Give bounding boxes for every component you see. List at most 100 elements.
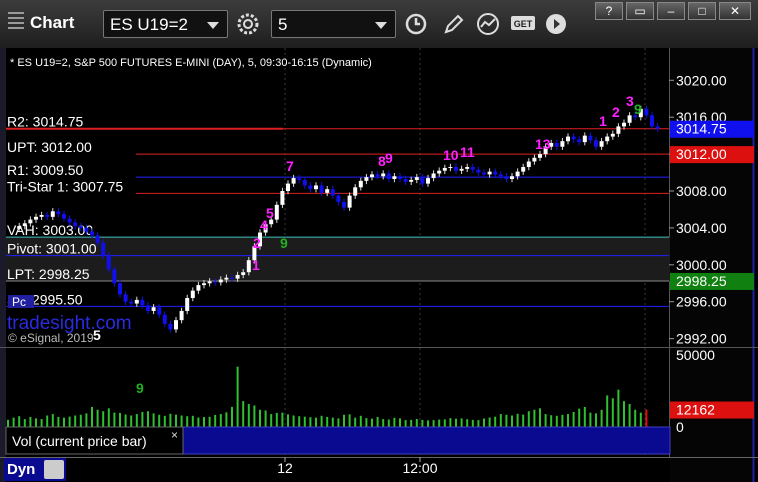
- volume-bar: [645, 409, 648, 427]
- candle: [375, 174, 380, 177]
- volume-bar: [35, 418, 37, 427]
- td-count-label: 1: [599, 113, 607, 129]
- candle: [364, 177, 369, 181]
- interval-value: 5: [278, 15, 288, 34]
- candle: [470, 167, 475, 170]
- volume-bar: [600, 409, 603, 427]
- candle: [414, 177, 419, 180]
- candle: [616, 126, 621, 134]
- volume-bar: [544, 414, 547, 427]
- candle: [571, 136, 576, 140]
- candle: [622, 122, 626, 127]
- candle: [140, 299, 145, 306]
- restore-icon[interactable]: ▭: [626, 2, 654, 20]
- price-chart[interactable]: R2: 3014.75 UPT: 3012.00 R1: 3009.50Tri-St…: [0, 48, 758, 482]
- candle: [106, 255, 111, 270]
- candle: [319, 185, 324, 193]
- td-count-label: 9: [634, 101, 642, 117]
- candle: [336, 195, 341, 203]
- volume-bar: [555, 415, 558, 427]
- td-count-label: 9: [136, 380, 144, 396]
- get-data-icon[interactable]: GET: [508, 10, 540, 38]
- studies-icon[interactable]: [474, 10, 502, 38]
- candle: [381, 173, 386, 177]
- volume-bar: [186, 416, 189, 427]
- volume-bar: [315, 417, 317, 427]
- candle: [510, 176, 514, 180]
- candle: [465, 167, 470, 169]
- price-tick-label: 2992.00: [676, 331, 727, 347]
- interval-select[interactable]: 5: [271, 10, 396, 38]
- volume-bar: [527, 411, 530, 427]
- volume-bar: [404, 420, 407, 427]
- drag-grip-icon[interactable]: [8, 12, 24, 32]
- volume-bar: [639, 412, 642, 427]
- volume-bar: [231, 406, 233, 427]
- level-label: R2: 3014.75: [7, 114, 83, 130]
- volume-bar: [236, 366, 239, 427]
- volume-bar: [135, 414, 138, 427]
- volume-bar: [180, 415, 183, 427]
- candle: [420, 177, 425, 184]
- pc-badge-label: Pc: [12, 295, 26, 309]
- volume-bar: [191, 415, 194, 427]
- volume-bar: [18, 416, 21, 427]
- help-icon[interactable]: ?: [595, 2, 623, 20]
- candle: [353, 187, 358, 196]
- candle: [235, 274, 240, 279]
- candle: [230, 277, 234, 279]
- candle: [325, 189, 330, 193]
- lock-icon[interactable]: [44, 460, 64, 479]
- td-count-label: 4: [260, 217, 268, 233]
- volume-bar: [354, 417, 357, 427]
- candle: [398, 176, 402, 180]
- volume-tick-label: 50000: [676, 347, 715, 363]
- price-tick-label: 3004.00: [676, 220, 727, 236]
- volume-bar: [74, 415, 77, 427]
- maximize-icon[interactable]: □: [688, 2, 716, 20]
- volume-bar: [102, 411, 105, 427]
- candle: [241, 272, 246, 275]
- candle: [112, 269, 117, 284]
- candle: [459, 168, 464, 171]
- volume-bar: [247, 404, 250, 427]
- clock-icon[interactable]: [402, 10, 430, 38]
- volume-bar: [427, 420, 429, 427]
- candle: [218, 279, 223, 283]
- minimize-icon[interactable]: –: [657, 2, 685, 20]
- candle: [207, 281, 212, 284]
- time-tick-label: 12:00: [402, 460, 437, 476]
- volume-bar: [107, 408, 110, 427]
- td-count-label: 10: [443, 147, 459, 163]
- volume-bar: [113, 412, 116, 427]
- candle: [118, 283, 122, 295]
- price-tick-label: 3000.00: [676, 257, 727, 273]
- volume-bar: [483, 418, 485, 427]
- copyright-text: © eSignal, 2019: [8, 331, 94, 345]
- candle: [179, 310, 184, 321]
- volume-bar: [287, 414, 289, 427]
- candle: [213, 281, 218, 283]
- volume-bar: [141, 411, 144, 427]
- play-icon[interactable]: [542, 10, 570, 38]
- candle: [655, 126, 660, 129]
- volume-bar: [410, 419, 413, 427]
- volume-bar: [298, 416, 301, 427]
- candle: [498, 174, 503, 177]
- volume-bar: [309, 417, 312, 427]
- volume-panel-close-icon[interactable]: ×: [171, 428, 178, 442]
- volume-bar: [225, 412, 228, 427]
- td-count-label: 9: [280, 235, 288, 251]
- symbol-select[interactable]: ES U19=2: [103, 10, 228, 38]
- chevron-down-icon[interactable]: [375, 22, 387, 29]
- volume-bar: [516, 413, 519, 427]
- candle: [504, 176, 509, 180]
- close-icon[interactable]: ✕: [719, 2, 751, 20]
- chevron-down-icon[interactable]: [207, 22, 219, 29]
- draw-pencil-icon[interactable]: [440, 10, 468, 38]
- candle: [62, 214, 66, 219]
- settings-gear-icon[interactable]: [234, 10, 262, 38]
- volume-bar: [259, 409, 261, 427]
- volume-bar: [175, 414, 177, 427]
- volume-bar: [7, 419, 9, 427]
